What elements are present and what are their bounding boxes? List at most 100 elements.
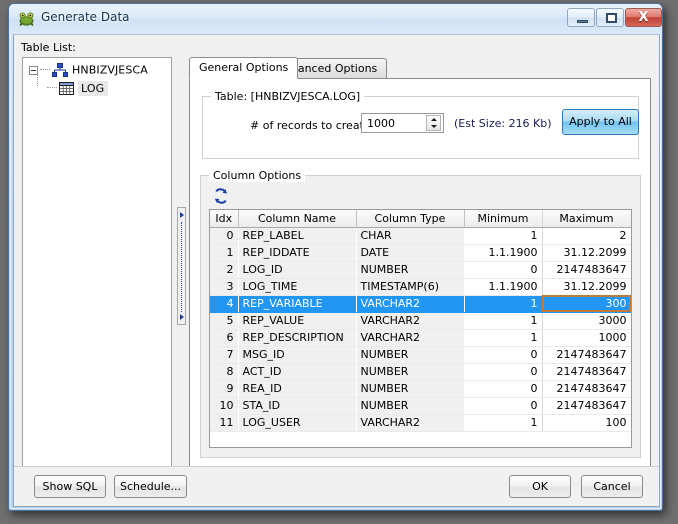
table-row[interactable]: 5 REP_VALUE VARCHAR2 1 3000: [210, 312, 631, 330]
table-row[interactable]: 8 ACT_ID NUMBER 0 2147483647: [210, 363, 631, 381]
table-row[interactable]: 1 REP_IDDATE DATE 1.1.1900 31.12.2099: [210, 244, 631, 262]
cell-maximum[interactable]: 100: [542, 414, 631, 432]
header-maximum[interactable]: Maximum: [542, 210, 631, 228]
cell-minimum[interactable]: 0: [464, 261, 543, 279]
table-row[interactable]: 2 LOG_ID NUMBER 0 2147483647: [210, 261, 631, 279]
apply-to-all-button[interactable]: Apply to All: [562, 109, 639, 135]
cell-column-name[interactable]: REP_VALUE: [238, 312, 356, 330]
maximize-button[interactable]: [596, 8, 624, 27]
table-row[interactable]: 6 REP_DESCRIPTION VARCHAR2 1 1000: [210, 329, 631, 347]
cell-idx[interactable]: 10: [210, 397, 238, 415]
cell-column-type[interactable]: VARCHAR2: [356, 414, 464, 432]
cell-column-name[interactable]: REP_VARIABLE: [238, 295, 356, 313]
cell-idx[interactable]: 3: [210, 278, 238, 296]
cell-column-type[interactable]: NUMBER: [356, 261, 464, 279]
records-value[interactable]: 1000: [367, 117, 395, 130]
cell-column-name[interactable]: LOG_ID: [238, 261, 356, 279]
cell-column-type[interactable]: NUMBER: [356, 363, 464, 381]
cell-idx[interactable]: 6: [210, 329, 238, 347]
cell-column-name[interactable]: LOG_USER: [238, 414, 356, 432]
splitter-arrow-icon[interactable]: [180, 314, 184, 320]
column-options-grid[interactable]: Idx Column Name Column Type Minimum Maxi…: [209, 209, 632, 448]
cell-minimum[interactable]: 1: [464, 227, 543, 245]
spinner-down-icon[interactable]: [427, 123, 440, 130]
cell-idx[interactable]: 8: [210, 363, 238, 381]
header-column-type[interactable]: Column Type: [356, 210, 465, 228]
cell-idx[interactable]: 1: [210, 244, 238, 262]
cell-column-type[interactable]: TIMESTAMP(6): [356, 278, 464, 296]
header-column-name[interactable]: Column Name: [238, 210, 357, 228]
cell-maximum[interactable]: 31.12.2099: [542, 244, 631, 262]
cell-idx[interactable]: 2: [210, 261, 238, 279]
cell-column-type[interactable]: VARCHAR2: [356, 295, 464, 313]
cell-column-type[interactable]: VARCHAR2: [356, 329, 464, 347]
cell-idx[interactable]: 9: [210, 380, 238, 398]
ok-button[interactable]: OK: [509, 475, 571, 498]
tab-general-options[interactable]: General Options: [189, 57, 299, 79]
spinner-up-icon[interactable]: [427, 116, 440, 123]
table-row[interactable]: 3 LOG_TIME TIMESTAMP(6) 1.1.1900 31.12.2099: [210, 278, 631, 296]
header-minimum[interactable]: Minimum: [464, 210, 543, 228]
cell-column-name[interactable]: ACT_ID: [238, 363, 356, 381]
tree-item-table[interactable]: LOG: [47, 80, 109, 99]
spinner-buttons[interactable]: [426, 115, 441, 131]
cell-column-name[interactable]: MSG_ID: [238, 346, 356, 364]
show-sql-button[interactable]: Show SQL: [34, 475, 106, 498]
cell-minimum[interactable]: 1: [464, 295, 543, 313]
cell-column-type[interactable]: CHAR: [356, 227, 464, 245]
tree-item-schema[interactable]: HNBIZVJESCA: [29, 63, 148, 81]
cell-maximum[interactable]: 2: [542, 227, 631, 245]
table-row[interactable]: 9 REA_ID NUMBER 0 2147483647: [210, 380, 631, 398]
table-row[interactable]: 11 LOG_USER VARCHAR2 1 100: [210, 414, 631, 432]
cell-minimum[interactable]: 1: [464, 312, 543, 330]
cell-column-type[interactable]: NUMBER: [356, 380, 464, 398]
cancel-button[interactable]: Cancel: [581, 475, 643, 498]
cell-column-name[interactable]: REP_DESCRIPTION: [238, 329, 356, 347]
cell-minimum[interactable]: 1.1.1900: [464, 244, 543, 262]
cell-column-type[interactable]: DATE: [356, 244, 464, 262]
header-idx[interactable]: Idx: [210, 210, 239, 228]
cell-column-name[interactable]: REA_ID: [238, 380, 356, 398]
cell-minimum[interactable]: 1: [464, 414, 543, 432]
refresh-icon[interactable]: [212, 187, 230, 205]
cell-idx[interactable]: 7: [210, 346, 238, 364]
cell-column-name[interactable]: STA_ID: [238, 397, 356, 415]
table-row[interactable]: 4 REP_VARIABLE VARCHAR2 1 300: [210, 295, 631, 313]
close-button[interactable]: X: [625, 8, 662, 27]
cell-column-name[interactable]: REP_IDDATE: [238, 244, 356, 262]
table-row[interactable]: 0 REP_LABEL CHAR 1 2: [210, 227, 631, 245]
cell-column-type[interactable]: NUMBER: [356, 397, 464, 415]
cell-minimum[interactable]: 1: [464, 329, 543, 347]
cell-minimum[interactable]: 0: [464, 397, 543, 415]
cell-minimum[interactable]: 0: [464, 346, 543, 364]
table-list-tree[interactable]: HNBIZVJESCA LOG: [22, 57, 172, 470]
cell-idx[interactable]: 4: [210, 295, 238, 313]
cell-column-type[interactable]: NUMBER: [356, 346, 464, 364]
pane-splitter[interactable]: [177, 207, 186, 325]
cell-maximum[interactable]: 2147483647: [542, 346, 631, 364]
records-spinner[interactable]: 1000: [361, 113, 444, 133]
cell-maximum[interactable]: 31.12.2099: [542, 278, 631, 296]
cell-maximum[interactable]: 3000: [542, 312, 631, 330]
table-row[interactable]: 7 MSG_ID NUMBER 0 2147483647: [210, 346, 631, 364]
cell-maximum[interactable]: 2147483647: [542, 363, 631, 381]
title-bar[interactable]: Generate Data X: [9, 4, 662, 34]
cell-column-name[interactable]: LOG_TIME: [238, 278, 356, 296]
cell-minimum[interactable]: 0: [464, 363, 543, 381]
cell-maximum[interactable]: 2147483647: [542, 397, 631, 415]
cell-idx[interactable]: 5: [210, 312, 238, 330]
cell-maximum[interactable]: 2147483647: [542, 261, 631, 279]
cell-idx[interactable]: 11: [210, 414, 238, 432]
cell-maximum[interactable]: 300: [542, 295, 631, 313]
cell-maximum[interactable]: 1000: [542, 329, 631, 347]
splitter-arrow-icon[interactable]: [180, 212, 184, 218]
cell-idx[interactable]: 0: [210, 227, 238, 245]
schedule-button[interactable]: Schedule...: [114, 475, 187, 498]
table-row[interactable]: 10 STA_ID NUMBER 0 2147483647: [210, 397, 631, 415]
cell-minimum[interactable]: 1.1.1900: [464, 278, 543, 296]
cell-minimum[interactable]: 0: [464, 380, 543, 398]
cell-column-type[interactable]: VARCHAR2: [356, 312, 464, 330]
minimize-button[interactable]: [567, 8, 595, 27]
cell-maximum[interactable]: 2147483647: [542, 380, 631, 398]
cell-column-name[interactable]: REP_LABEL: [238, 227, 356, 245]
